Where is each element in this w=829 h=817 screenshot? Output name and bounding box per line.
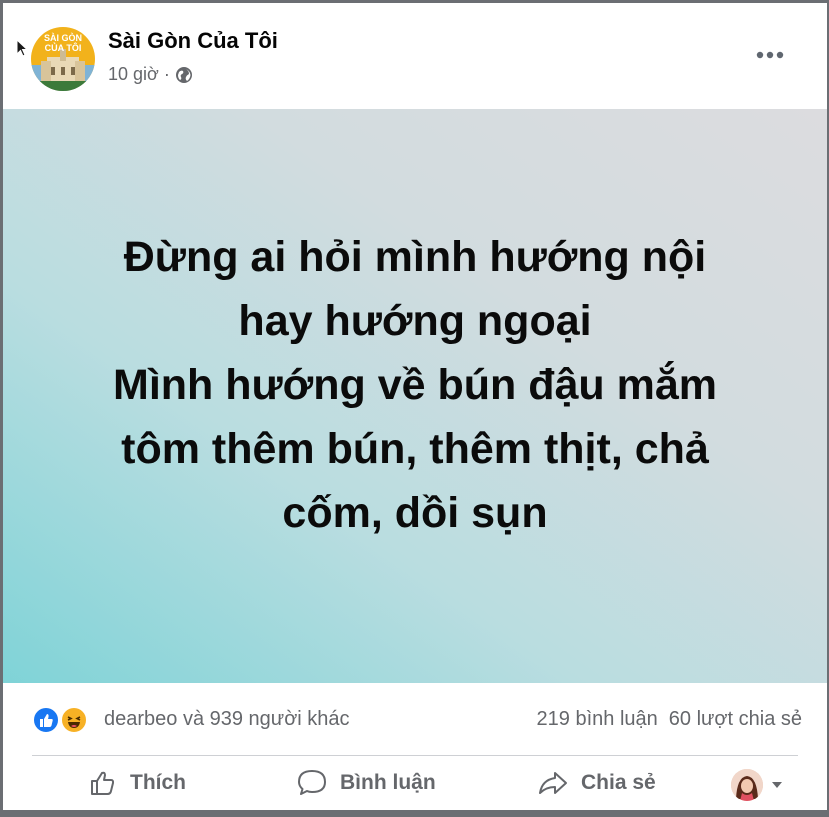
more-options-button[interactable] [755, 43, 785, 67]
post-header: SÀI GÒN CỦA TÔI Sài Gòn Của Tôi 10 giờ · [3, 3, 827, 109]
like-icon [32, 706, 60, 734]
svg-text:SÀI GÒN: SÀI GÒN [44, 32, 82, 43]
page-avatar[interactable]: SÀI GÒN CỦA TÔI [31, 27, 95, 91]
like-button[interactable]: Thích [88, 765, 186, 801]
globe-icon[interactable] [175, 66, 193, 84]
share-button[interactable]: Chia sẻ [537, 765, 656, 801]
comment-count[interactable]: 219 bình luận [537, 708, 658, 731]
comment-label: Bình luận [340, 771, 436, 794]
mouse-cursor-icon [16, 39, 28, 57]
more-dots-icon [756, 51, 784, 59]
haha-icon [60, 706, 88, 734]
page-logo-icon: SÀI GÒN CỦA TÔI [31, 27, 95, 91]
page-name[interactable]: Sài Gòn Của Tôi [108, 28, 278, 54]
reaction-icons[interactable] [32, 706, 92, 736]
meta-separator: · [163, 64, 170, 84]
share-label: Chia sẻ [581, 771, 656, 794]
post-card: SÀI GÒN CỦA TÔI Sài Gòn Của Tôi 10 giờ ·… [3, 3, 827, 810]
share-arrow-icon [539, 772, 567, 794]
post-time[interactable]: 10 giờ [108, 64, 159, 85]
status-text: Đừng ai hỏi mình hướng nội hay hướng ngo… [113, 232, 717, 537]
divider [32, 755, 798, 756]
action-bar: Thích Bình luận Chia sẻ [3, 757, 827, 810]
svg-text:CỦA TÔI: CỦA TÔI [45, 42, 82, 53]
post-meta: 10 giờ · [108, 64, 193, 85]
status-background: Đừng ai hỏi mình hướng nội hay hướng ngo… [3, 109, 827, 683]
engagement-counts: 219 bình luận 60 lượt chia sẻ [537, 708, 802, 731]
reactions-bar: dearbeo và 939 người khác 219 bình luận … [3, 683, 827, 755]
reaction-as-selector[interactable] [731, 769, 783, 801]
user-avatar [731, 769, 763, 801]
comment-bubble-icon [298, 770, 326, 795]
caret-down-icon [772, 782, 782, 788]
share-count[interactable]: 60 lượt chia sẻ [669, 708, 802, 731]
like-label: Thích [130, 771, 186, 794]
reaction-summary[interactable]: dearbeo và 939 người khác [104, 708, 350, 731]
thumbs-up-icon [91, 771, 115, 795]
comment-button[interactable]: Bình luận [296, 765, 436, 801]
